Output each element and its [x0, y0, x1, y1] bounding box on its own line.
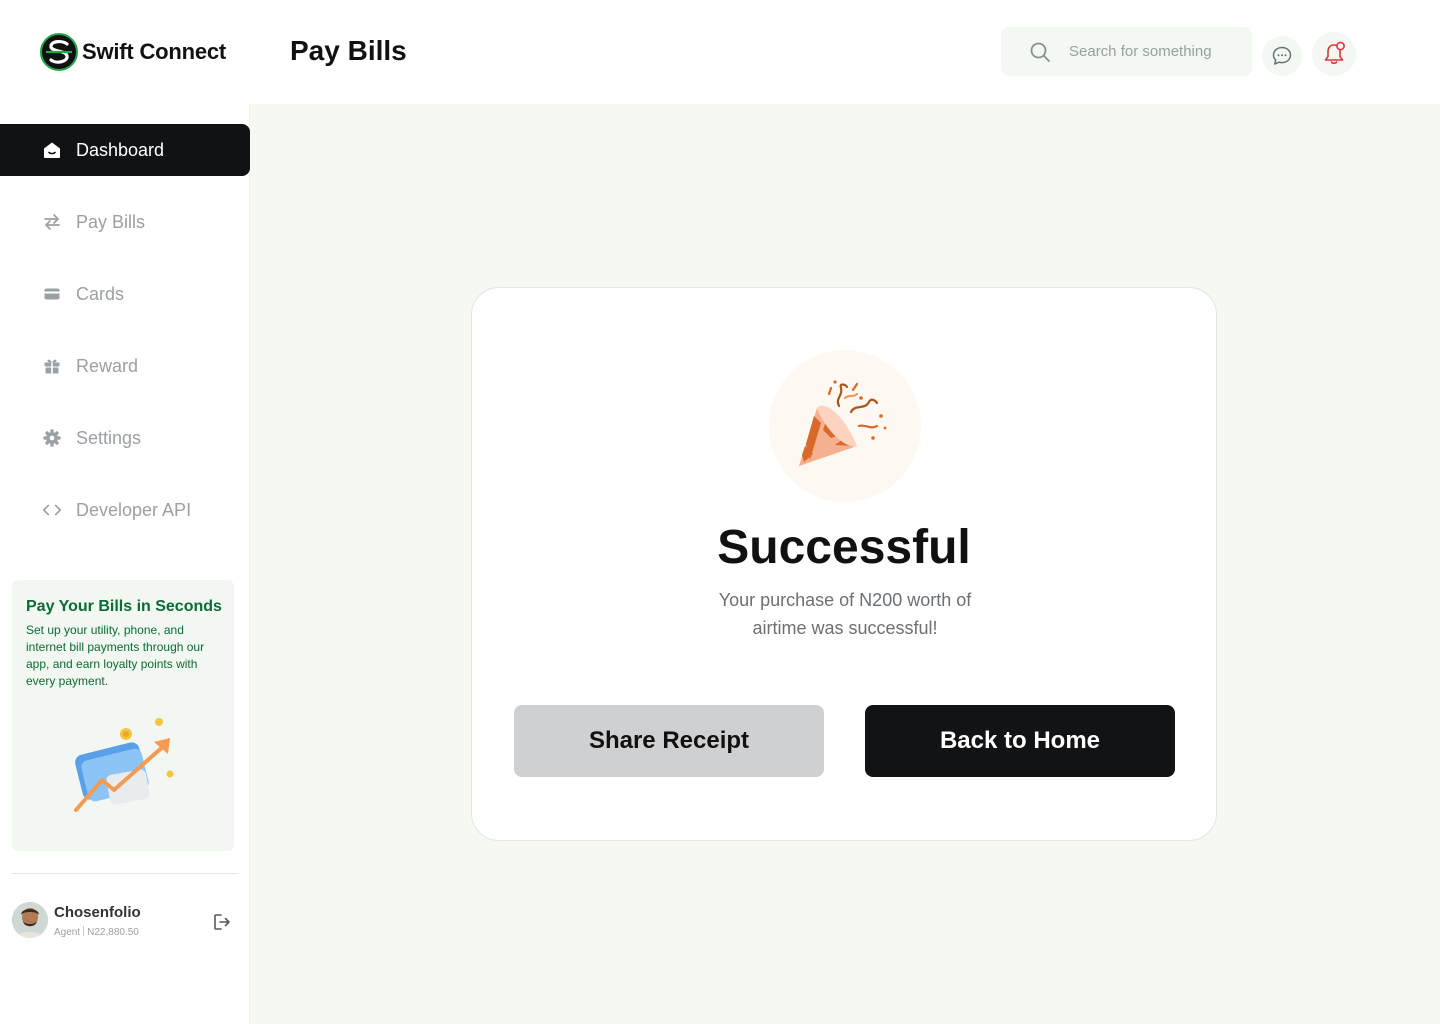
search-input[interactable] [1069, 43, 1239, 60]
bell-icon [1324, 41, 1345, 64]
search-bar[interactable] [1001, 27, 1252, 76]
wallet-growth-illustration-icon [74, 718, 174, 812]
sidebar-item-cards[interactable]: Cards [0, 268, 250, 320]
card-icon [42, 284, 62, 304]
success-message: Your purchase of N200 worth of airtime w… [718, 590, 972, 638]
sidebar-item-settings[interactable]: Settings [0, 412, 250, 464]
profile-role: Agent [54, 927, 81, 938]
code-icon [42, 500, 62, 520]
success-dialog: Successful Your purchase of N200 worth o… [471, 287, 1217, 841]
share-receipt-button[interactable]: Share Receipt [514, 705, 824, 777]
celebration-badge [769, 350, 921, 502]
success-title: Successful [717, 521, 971, 574]
sidebar-item-label: Dashboard [76, 139, 165, 160]
meta-separator [83, 926, 85, 936]
swift-connect-logo-icon [40, 33, 78, 71]
top-header: Swift Connect Pay Bills [0, 0, 1440, 104]
profile-name: Chosenfolio [54, 904, 141, 921]
back-to-home-button[interactable]: Back to Home [865, 705, 1175, 777]
main-content: Successful Your purchase of N200 worth o… [250, 104, 1440, 1024]
app-name: Swift Connect [82, 39, 227, 64]
search-icon [1030, 42, 1050, 62]
chat-bubble-icon [1272, 46, 1292, 65]
messages-button[interactable] [1262, 36, 1302, 76]
app-logo[interactable]: Swift Connect [40, 33, 226, 71]
sidebar-item-label: Settings [76, 427, 142, 448]
sidebar-item-developer-api[interactable]: Developer API [0, 484, 250, 536]
profile-meta: Agent N22,880.50 [54, 926, 139, 938]
sidebar-divider [12, 873, 238, 874]
promo-card: Pay Your Bills in Seconds Set up your ut… [12, 580, 234, 851]
promo-text: Set up your utility, phone, and internet… [26, 623, 205, 688]
gift-icon [42, 356, 62, 376]
sidebar-item-label: Pay Bills [76, 211, 146, 232]
profile-balance: N22,880.50 [87, 927, 139, 938]
sidebar-item-dashboard[interactable]: Dashboard [0, 124, 250, 176]
home-icon [42, 140, 62, 160]
sidebar-item-pay-bills[interactable]: Pay Bills [0, 196, 250, 248]
page-title: Pay Bills [290, 35, 407, 66]
user-profile: Chosenfolio Agent N22,880.50 [12, 900, 238, 940]
sidebar: Dashboard Pay Bills Cards Reward Setting… [0, 104, 250, 1024]
sidebar-item-reward[interactable]: Reward [0, 340, 250, 392]
party-popper-icon [799, 380, 887, 466]
logout-icon[interactable] [212, 912, 232, 932]
avatar[interactable] [12, 902, 48, 938]
sidebar-item-label: Developer API [76, 499, 192, 520]
promo-title: Pay Your Bills in Seconds [26, 598, 222, 615]
sidebar-item-label: Reward [76, 355, 139, 376]
transfer-arrows-icon [42, 212, 62, 232]
notifications-button[interactable] [1312, 32, 1356, 76]
sidebar-item-label: Cards [76, 283, 125, 304]
gear-icon [42, 428, 62, 448]
